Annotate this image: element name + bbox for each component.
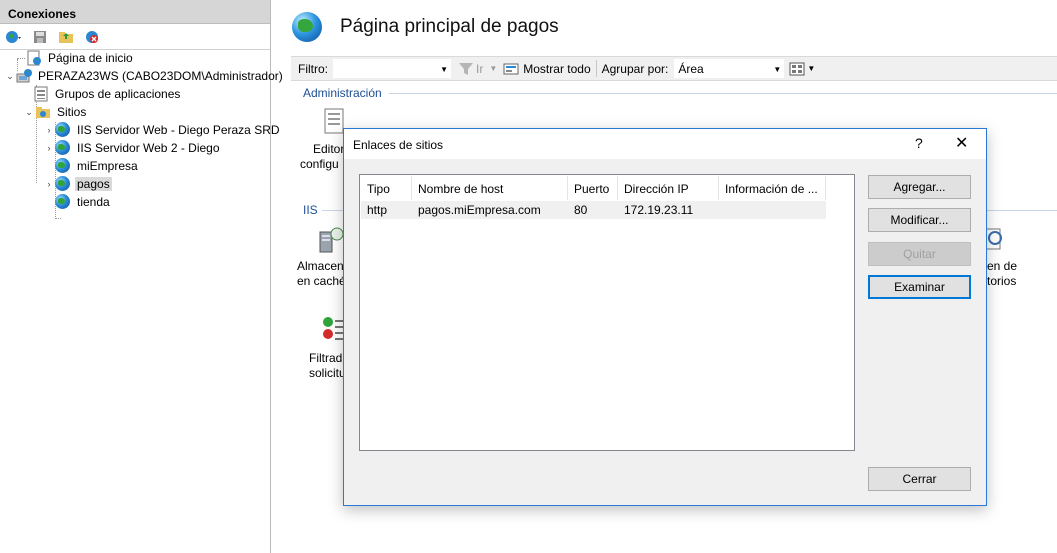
- tree-item-label: PERAZA23WS (CABO23DOM\Administrador): [38, 69, 283, 83]
- browse-button[interactable]: Examinar: [868, 275, 971, 299]
- site-bindings-dialog: Enlaces de sitios ? ✕ Tipo Nombre de hos…: [343, 128, 987, 506]
- toolbar-separator: [595, 60, 597, 77]
- feature-label: Almacen: [297, 259, 344, 273]
- dialog-titlebar[interactable]: Enlaces de sitios ? ✕: [344, 129, 986, 159]
- tree-item-site[interactable]: › IIS Servidor Web - Diego Peraza SRD: [43, 121, 282, 139]
- tree-item-label: miEmpresa: [77, 159, 138, 173]
- site-globe-icon: [55, 122, 70, 137]
- output-cache-icon[interactable]: [318, 226, 344, 257]
- site-globe-icon: [55, 140, 70, 155]
- tree-item-label: Sitios: [57, 105, 87, 119]
- connections-header: Conexiones: [0, 0, 270, 24]
- feature-label: torios: [987, 274, 1017, 288]
- cell-host: pagos.miEmpresa.com: [418, 203, 541, 217]
- server-icon: [16, 68, 32, 84]
- connections-tree: Página de inicio ⌄ PERAZA23WS (CABO23DOM…: [0, 49, 283, 553]
- feature-label: configu: [300, 157, 339, 171]
- close-icon[interactable]: ✕: [955, 133, 968, 153]
- feature-label: solicitu: [309, 366, 346, 380]
- feature-label: Filtrad: [309, 351, 343, 365]
- cell-type: http: [367, 203, 388, 217]
- directory-browsing-icon[interactable]: [985, 226, 1005, 255]
- collapsed-chevron-icon[interactable]: ›: [43, 125, 55, 135]
- view-options-button[interactable]: ▼: [789, 62, 815, 76]
- column-header-port[interactable]: Puerto: [568, 176, 618, 200]
- main-header: Página principal de pagos: [278, 0, 1057, 56]
- site-globe-icon: [55, 158, 70, 173]
- add-button[interactable]: Agregar...: [868, 175, 971, 199]
- expanded-chevron-icon[interactable]: ⌄: [4, 71, 16, 82]
- chevron-down-icon: ▼: [489, 64, 498, 73]
- close-button[interactable]: Cerrar: [868, 467, 971, 491]
- group-by-select[interactable]: Área ▼: [673, 58, 786, 79]
- funnel-icon: [459, 62, 473, 75]
- column-header-type[interactable]: Tipo: [361, 176, 412, 200]
- feature-label: en de: [987, 259, 1018, 273]
- page-title: Página principal de pagos: [340, 16, 559, 37]
- connect-globe-icon[interactable]: [4, 27, 24, 47]
- remove-button[interactable]: Quitar: [868, 242, 971, 266]
- cell-port: 80: [574, 203, 588, 217]
- folder-up-icon[interactable]: [56, 27, 76, 47]
- tree-item-label: Página de inicio: [48, 51, 133, 65]
- tree-item-sites[interactable]: ⌄ Sitios: [23, 103, 88, 121]
- expanded-chevron-icon[interactable]: ⌄: [23, 107, 35, 118]
- tree-item-server[interactable]: ⌄ PERAZA23WS (CABO23DOM\Administrador): [4, 67, 285, 85]
- section-divider: [389, 93, 1057, 94]
- help-button[interactable]: ?: [915, 135, 923, 151]
- connections-pane: Conexiones Página de inicio ⌄ PERAZA23WS…: [0, 0, 283, 553]
- feature-label: Editor: [313, 142, 345, 156]
- connections-toolbar: [0, 24, 270, 50]
- chevron-down-icon: ▼: [807, 64, 816, 73]
- save-icon[interactable]: [30, 27, 50, 47]
- tree-item-label: tienda: [77, 195, 110, 209]
- tree-item-label: IIS Servidor Web 2 - Diego: [77, 141, 220, 155]
- filter-toolbar: Filtro: ▼ Ir ▼ Mostrar todo Agrupar por:…: [291, 56, 1057, 81]
- dialog-title: Enlaces de sitios: [353, 138, 444, 152]
- go-button[interactable]: Ir ▼: [458, 62, 497, 76]
- cell-info: [719, 201, 826, 219]
- tree-item-site[interactable]: tienda: [55, 193, 112, 211]
- feature-label: en caché: [297, 274, 346, 288]
- filter-input[interactable]: ▼: [332, 58, 452, 79]
- collapsed-chevron-icon[interactable]: ›: [43, 179, 55, 189]
- app-pools-icon: [33, 86, 49, 102]
- tree-item-site[interactable]: › IIS Servidor Web 2 - Diego: [43, 139, 222, 157]
- tree-item-app-pools[interactable]: Grupos de aplicaciones: [33, 85, 182, 103]
- column-header-host[interactable]: Nombre de host: [412, 176, 568, 200]
- show-all-icon: [503, 63, 519, 74]
- start-page-icon: [26, 50, 42, 66]
- section-admin: Administración: [303, 86, 382, 100]
- tree-item-start-page[interactable]: Página de inicio: [14, 49, 135, 67]
- tree-item-site[interactable]: miEmpresa: [55, 157, 140, 175]
- tree-item-label: IIS Servidor Web - Diego Peraza SRD: [77, 123, 280, 137]
- tree-item-label: Grupos de aplicaciones: [55, 87, 181, 101]
- disconnect-icon[interactable]: [82, 27, 102, 47]
- section-iis: IIS: [303, 203, 318, 217]
- site-globe-icon: [55, 194, 70, 209]
- list-header: Tipo Nombre de host Puerto Dirección IP …: [361, 176, 826, 200]
- show-all-button[interactable]: Mostrar todo: [503, 62, 591, 76]
- sites-folder-icon: [35, 104, 51, 120]
- bindings-list[interactable]: Tipo Nombre de host Puerto Dirección IP …: [359, 174, 855, 451]
- collapsed-chevron-icon[interactable]: ›: [43, 143, 55, 153]
- chevron-down-icon: ▼: [440, 65, 448, 74]
- edit-button[interactable]: Modificar...: [868, 208, 971, 232]
- table-row[interactable]: http pagos.miEmpresa.com 80 172.19.23.11: [361, 201, 826, 219]
- site-globe-icon: [292, 12, 322, 42]
- site-globe-icon: [55, 176, 70, 191]
- column-header-info[interactable]: Información de ...: [719, 176, 826, 200]
- chevron-down-icon: ▼: [773, 65, 782, 74]
- filter-label: Filtro:: [298, 61, 328, 76]
- group-by-label: Agrupar por:: [601, 61, 669, 76]
- tree-item-site-selected[interactable]: › pagos: [43, 175, 112, 193]
- column-header-ip[interactable]: Dirección IP: [618, 176, 719, 200]
- cell-ip: 172.19.23.11: [624, 203, 694, 217]
- view-grid-icon: [789, 62, 805, 75]
- tree-item-label: pagos: [75, 177, 112, 191]
